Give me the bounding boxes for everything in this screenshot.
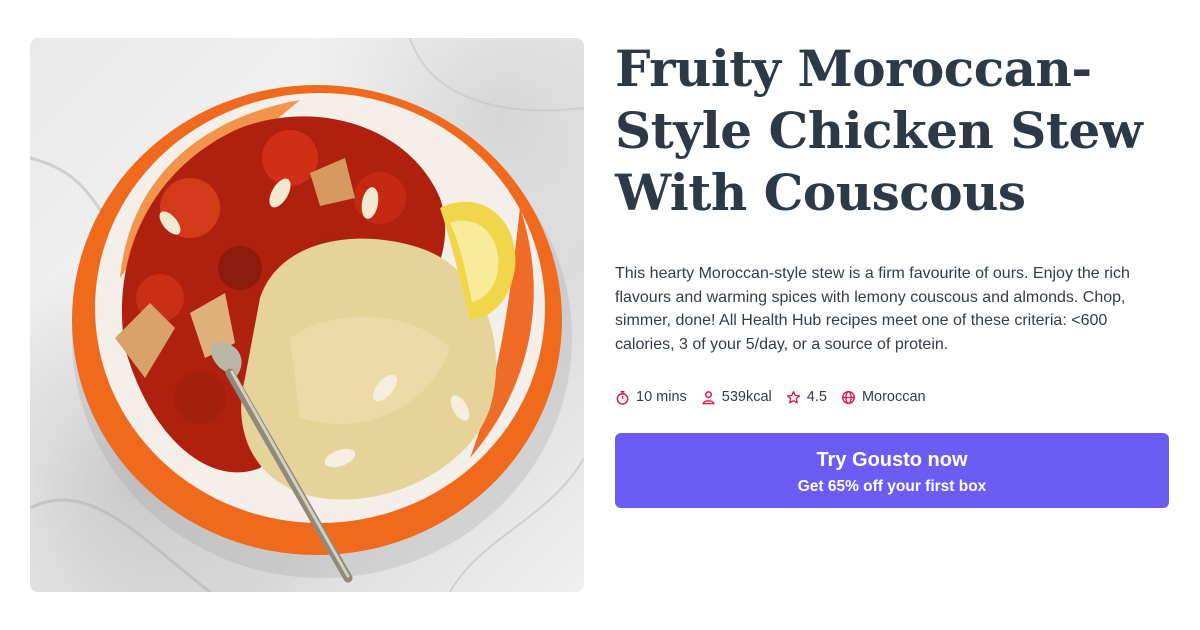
meta-rating-text: 4.5 — [806, 389, 827, 405]
try-gousto-button[interactable]: Try Gousto now Get 65% off your first bo… — [615, 433, 1169, 508]
meta-cuisine: Moroccan — [841, 389, 926, 405]
globe-icon — [841, 390, 855, 404]
meta-calories: 539kcal — [701, 389, 772, 405]
recipe-photo — [30, 38, 584, 592]
timer-icon — [616, 390, 629, 405]
meta-time: 10 mins — [615, 389, 687, 405]
person-icon — [702, 390, 715, 404]
cta-sub-label: Get 65% off your first box — [797, 477, 987, 495]
meta-calories-text: 539kcal — [721, 389, 772, 405]
recipe-description: This hearty Moroccan-style stew is a fir… — [615, 265, 1130, 353]
meta-cuisine-text: Moroccan — [861, 389, 926, 405]
recipe-title: Fruity Moroccan-Style Chicken Stew With … — [615, 39, 1143, 222]
meta-rating: 4.5 — [786, 389, 827, 405]
cta-main-label: Try Gousto now — [816, 448, 968, 471]
meta-time-text: 10 mins — [636, 389, 687, 405]
recipe-content: Fruity Moroccan-Style Chicken Stew With … — [615, 38, 1175, 407]
star-icon — [786, 390, 800, 403]
recipe-meta: 10 mins 539kcal 4.5 Moroccan — [615, 387, 1175, 407]
